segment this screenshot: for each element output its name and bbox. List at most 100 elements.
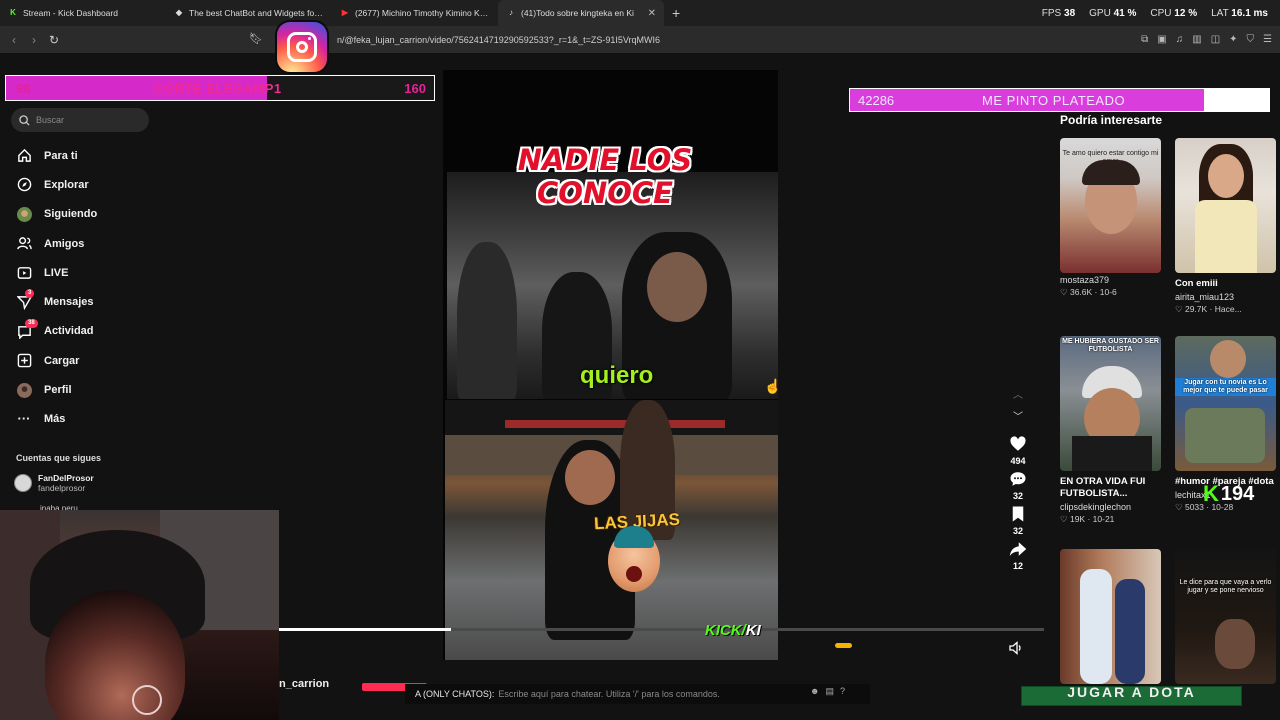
browser-tab-bar: K Stream - Kick Dashboard ◆ The best Cha… [0,0,1280,26]
help-icon[interactable]: ? [840,686,845,697]
sidebar-item-label: Explorar [44,178,89,191]
suggestion-card[interactable]: Le dice para que vaya a verlo jugar y se… [1175,549,1276,684]
sidebar-item-siguiendo[interactable]: Siguiendo [16,200,97,229]
emote-icon[interactable]: ▤ [825,686,834,697]
emoji-icon[interactable]: ☻ [810,686,819,697]
card-meta: ♡ 19K · 10-21 [1060,514,1115,524]
sidebar-item-label: LIVE [44,266,69,279]
main-menu: Para ti Explorar Siguiendo Amigos LIVE 3 [16,141,97,434]
back-icon[interactable]: ‹ [4,33,24,47]
card-meta: ♡ 29.7K · Hace... [1175,304,1242,314]
next-video-icon[interactable]: ﹀ [1004,407,1032,429]
sidebar-item-label: Siguiendo [44,208,98,221]
suggestion-card[interactable]: Te amo quiero estar contigo mi amor most… [1060,138,1161,298]
tab-title: Stream - Kick Dashboard [23,8,118,18]
yellow-marker [835,643,852,648]
suggestion-card[interactable]: Con emiii airita_miau123 ♡ 29.7K · Hace.… [1175,138,1276,315]
forward-icon[interactable]: › [24,33,44,47]
sidebar-item-perfil[interactable]: Perfil [16,375,97,404]
music-icon[interactable]: ♫ [1176,34,1184,45]
previous-video-icon[interactable]: ︿ [1004,385,1032,407]
goal-current: 98 [16,81,31,96]
tab-tiktok-active[interactable]: ♪ (41)Todo sobre kingteka en Ki ✕ [498,0,664,26]
volume-icon [1009,641,1021,655]
sidebar-item-mensajes[interactable]: 3 Mensajes [16,287,97,316]
play-dota-button[interactable]: JUGAR A DOTA [1021,686,1242,706]
sidebar-item-label: Para ti [44,149,78,162]
sidebar-icon[interactable]: ▥ [1192,34,1201,45]
chat-input[interactable]: A (ONLY CHATOS): Escribe aquí para chate… [405,684,870,704]
sidebar-item-actividad[interactable]: 38 Actividad [16,317,97,346]
card-title: EN OTRA VIDA FUI FUTBOLISTA... [1060,476,1146,499]
tiktok-favicon-icon: ♪ [509,8,513,17]
ai-icon[interactable]: ✦ [1229,34,1237,45]
sidebar-item-amigos[interactable]: Amigos [16,229,97,258]
webcam-overlay [0,510,279,720]
sidebar-item-cargar[interactable]: Cargar [16,346,97,375]
screenshot-icon[interactable]: ▣ [1157,34,1166,45]
extensions-icon[interactable]: ⧉ [1141,34,1148,45]
video-thumbnail: ME HUBIERA GUSTADO SER FUTBOLISTA [1060,336,1161,471]
like-button[interactable]: 494 [1004,435,1032,466]
url-text: n/@feka_lujan_carrion/video/756241471929… [337,34,661,45]
card-meta: ♡ 36.6K · 10-6 [1060,287,1117,297]
chat-icons: ☻ ▤ ? [810,686,845,697]
sidebar-item-label: Mensajes [44,296,94,309]
video-thumbnail: Te amo quiero estar contigo mi amor [1060,138,1161,273]
shield-icon[interactable]: ⛉ [1247,34,1255,45]
video-thumbnail: Jugar con tu novia es Lo mejor que te pu… [1175,336,1276,471]
wallet-icon[interactable]: ◫ [1211,34,1220,45]
comment-count: 32 [1012,491,1023,501]
sidebar-item-mas[interactable]: ··· Más [16,405,97,434]
reload-icon[interactable]: ↻ [44,33,64,47]
video-thumbnail [1060,549,1161,684]
search-input[interactable]: Buscar [11,108,149,132]
suggestion-card[interactable] [1060,549,1161,684]
activity-badge: 38 [25,318,38,328]
avatar [14,474,32,492]
tab-title: (2677) Michino Timothy Kimino Kimo [355,8,490,18]
video-caption-title: NADIE LOS CONOCE [517,143,693,210]
heart-icon [1010,436,1026,451]
upload-icon [16,353,32,369]
address-bar[interactable]: n/@feka_lujan_carrion/video/756241471929… [245,29,995,50]
tab-title: (41)Todo sobre kingteka en Ki [521,8,634,18]
close-tab-icon[interactable]: ✕ [648,8,656,19]
more-icon: ··· [17,411,31,427]
goal-label: ME PINTO PLATEADO [982,93,1126,108]
youtube-favicon-icon: ▶ [341,8,349,17]
goal-bar-left: 98 CORTE ELEGAMP1 160 [5,75,435,101]
volume-button[interactable] [1008,640,1024,661]
like-count: 494 [1010,456,1026,466]
sidebar-item-label: Cargar [44,354,80,367]
friends-icon [16,236,32,252]
new-tab-button[interactable]: + [664,5,688,21]
avatar-icon [16,206,32,222]
tab-kick-dashboard[interactable]: K Stream - Kick Dashboard [0,0,166,26]
save-count: 32 [1012,526,1023,536]
sidebar-item-label: Amigos [44,237,85,250]
tab-youtube[interactable]: ▶ (2677) Michino Timothy Kimino Kimo [332,0,498,26]
bookmark-icon [1012,506,1024,522]
share-icon [1009,542,1027,557]
sidebar-item-live[interactable]: LIVE [16,258,97,287]
profile-icon [16,382,32,398]
menu-icon[interactable]: ☰ [1263,34,1272,45]
kick-logo-icon: K [1203,481,1219,506]
sidebar-item-explorar[interactable]: Explorar [16,170,97,199]
sidebar-item-label: Perfil [44,384,72,397]
search-icon [19,114,30,126]
suggestion-card[interactable]: ME HUBIERA GUSTADO SER FUTBOLISTA EN OTR… [1060,336,1161,525]
comment-button[interactable]: 32 [1004,470,1032,501]
video-actions: ︿ ﹀ 494 32 32 12 [1004,385,1032,575]
goal-target: 50000 [1226,93,1263,108]
account-handle: fandelprosor [38,483,86,493]
goal-bar-right: 42286 ME PINTO PLATEADO 50000 [849,88,1270,112]
following-account[interactable]: FanDelProsor fandelprosor [14,473,94,493]
share-button[interactable]: 12 [1004,540,1032,571]
card-author: airita_miau123 [1175,292,1235,302]
suggestions-title: Podría interesarte [1060,113,1163,127]
save-button[interactable]: 32 [1004,505,1032,536]
sidebar-item-para-ti[interactable]: Para ti [16,141,97,170]
card-author: clipsdekinglechon [1060,502,1132,512]
